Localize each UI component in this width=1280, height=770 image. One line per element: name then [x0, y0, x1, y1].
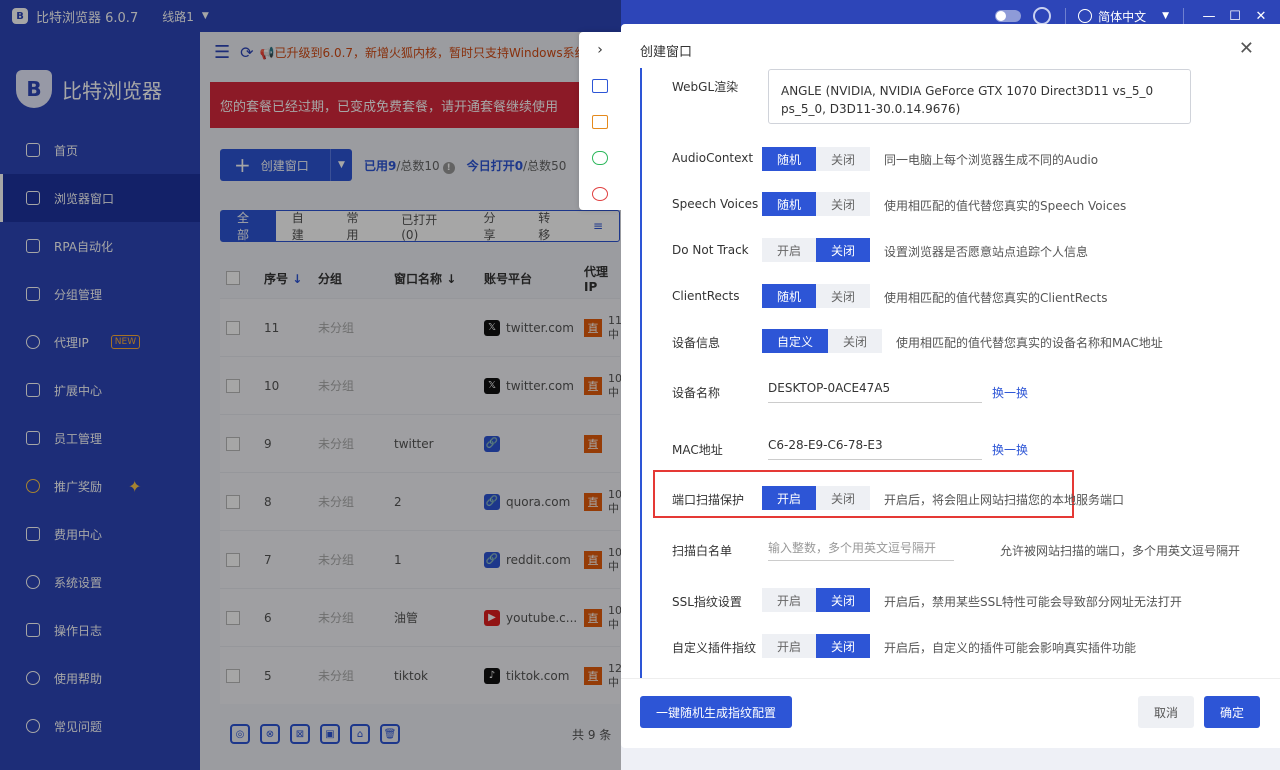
- ssl-label: SSL指纹设置: [672, 595, 742, 609]
- audio-segment: 随机 关闭: [762, 147, 871, 171]
- audio-off-button[interactable]: 关闭: [816, 147, 871, 171]
- port-protect-off-button[interactable]: 关闭: [816, 486, 871, 510]
- port-protect-on-button[interactable]: 开启: [762, 486, 817, 510]
- ssl-on-button[interactable]: 开启: [762, 588, 817, 612]
- whitelist-input[interactable]: 输入整数，多个用英文逗号隔开: [768, 535, 954, 561]
- create-window-modal: 创建窗口 ✕ WebGL渲染 ANGLE (NVIDIA, NVIDIA GeF…: [621, 24, 1280, 748]
- device-name-input[interactable]: DESKTOP-0ACE47A5: [768, 377, 982, 403]
- rects-desc: 使用相匹配的值代替您真实的ClientRects: [884, 291, 1108, 305]
- confirm-button[interactable]: 确定: [1204, 696, 1260, 728]
- quick-nav: ›: [579, 32, 621, 210]
- audio-label: AudioContext: [672, 151, 754, 165]
- whitelist-label: 扫描白名单: [672, 544, 733, 558]
- speech-segment: 随机 关闭: [762, 192, 871, 216]
- rects-random-button[interactable]: 随机: [762, 284, 817, 308]
- device-info-off-button[interactable]: 关闭: [828, 329, 883, 353]
- dnt-off-button[interactable]: 关闭: [816, 238, 871, 262]
- plugin-desc: 开启后，自定义的插件可能会影响真实插件功能: [884, 641, 1137, 655]
- device-info-label: 设备信息: [672, 336, 721, 350]
- quick-basic-icon[interactable]: [579, 68, 621, 104]
- modal-footer: 一键随机生成指纹配置 取消 确定: [621, 678, 1280, 748]
- device-info-desc: 使用相匹配的值代替您真实的设备名称和MAC地址: [896, 336, 1163, 350]
- generate-fingerprint-button[interactable]: 一键随机生成指纹配置: [640, 696, 792, 728]
- whitelist-desc: 允许被网站扫描的端口，多个用英文逗号隔开: [1000, 544, 1241, 558]
- mac-address-input[interactable]: C6-28-E9-C6-78-E3: [768, 434, 982, 460]
- minimize-icon[interactable]: —: [1196, 9, 1222, 24]
- ssl-off-button[interactable]: 关闭: [816, 588, 871, 612]
- plugin-on-button[interactable]: 开启: [762, 634, 817, 658]
- plugin-segment: 开启 关闭: [762, 634, 871, 658]
- collapse-chevron-icon[interactable]: ›: [579, 32, 621, 68]
- close-icon[interactable]: ✕: [1248, 9, 1274, 24]
- speech-desc: 使用相匹配的值代替您真实的Speech Voices: [884, 199, 1127, 213]
- divider: [1065, 8, 1067, 24]
- modal-title: 创建窗口: [640, 45, 693, 60]
- device-name-refresh-link[interactable]: 换一换: [992, 384, 1028, 401]
- maximize-icon[interactable]: ☐: [1222, 9, 1248, 24]
- divider: [1183, 8, 1184, 24]
- quick-toggle-icon[interactable]: [579, 140, 621, 176]
- port-protect-desc: 开启后，将会阻止网站扫描您的本地服务端口: [884, 493, 1125, 507]
- chevron-down-icon[interactable]: ▼: [1162, 11, 1169, 21]
- dnt-label: Do Not Track: [672, 243, 749, 257]
- support-icon[interactable]: [1033, 7, 1052, 25]
- rects-label: ClientRects: [672, 289, 740, 303]
- language-selector[interactable]: 简体中文: [1098, 8, 1146, 25]
- dnt-segment: 开启 关闭: [762, 238, 871, 262]
- modal-body: WebGL渲染 ANGLE (NVIDIA, NVIDIA GeForce GT…: [621, 68, 1280, 678]
- mac-refresh-link[interactable]: 换一换: [992, 441, 1028, 458]
- device-name-label: 设备名称: [672, 386, 721, 400]
- plugin-label: 自定义插件指纹: [672, 641, 757, 655]
- fingerprint-icon[interactable]: [579, 176, 621, 212]
- port-protect-label: 端口扫描保护: [672, 493, 745, 507]
- device-info-segment: 自定义 关闭: [762, 329, 883, 353]
- dnt-desc: 设置浏览器是否愿意站点追踪个人信息: [884, 245, 1089, 259]
- ssl-segment: 开启 关闭: [762, 588, 871, 612]
- device-info-custom-button[interactable]: 自定义: [762, 329, 829, 353]
- port-protect-segment: 开启 关闭: [762, 486, 871, 510]
- section-rail: [640, 68, 642, 678]
- speech-label: Speech Voices: [672, 197, 759, 211]
- rects-off-button[interactable]: 关闭: [816, 284, 871, 308]
- cancel-button[interactable]: 取消: [1138, 696, 1194, 728]
- rects-segment: 随机 关闭: [762, 284, 871, 308]
- dnt-on-button[interactable]: 开启: [762, 238, 817, 262]
- webgl-label: WebGL渲染: [672, 80, 739, 94]
- globe-icon[interactable]: [1078, 9, 1093, 23]
- webgl-renderer-field[interactable]: ANGLE (NVIDIA, NVIDIA GeForce GTX 1070 D…: [768, 69, 1191, 124]
- quick-ip-icon[interactable]: [579, 104, 621, 140]
- close-icon[interactable]: ✕: [1239, 38, 1254, 59]
- theme-toggle-icon[interactable]: [995, 10, 1022, 22]
- mac-label: MAC地址: [672, 443, 723, 457]
- modal-overlay[interactable]: [0, 0, 621, 770]
- speech-off-button[interactable]: 关闭: [816, 192, 871, 216]
- plugin-off-button[interactable]: 关闭: [816, 634, 871, 658]
- audio-random-button[interactable]: 随机: [762, 147, 817, 171]
- audio-desc: 同一电脑上每个浏览器生成不同的Audio: [884, 153, 1099, 167]
- ssl-desc: 开启后，禁用某些SSL特性可能会导致部分网址无法打开: [884, 595, 1182, 609]
- speech-random-button[interactable]: 随机: [762, 192, 817, 216]
